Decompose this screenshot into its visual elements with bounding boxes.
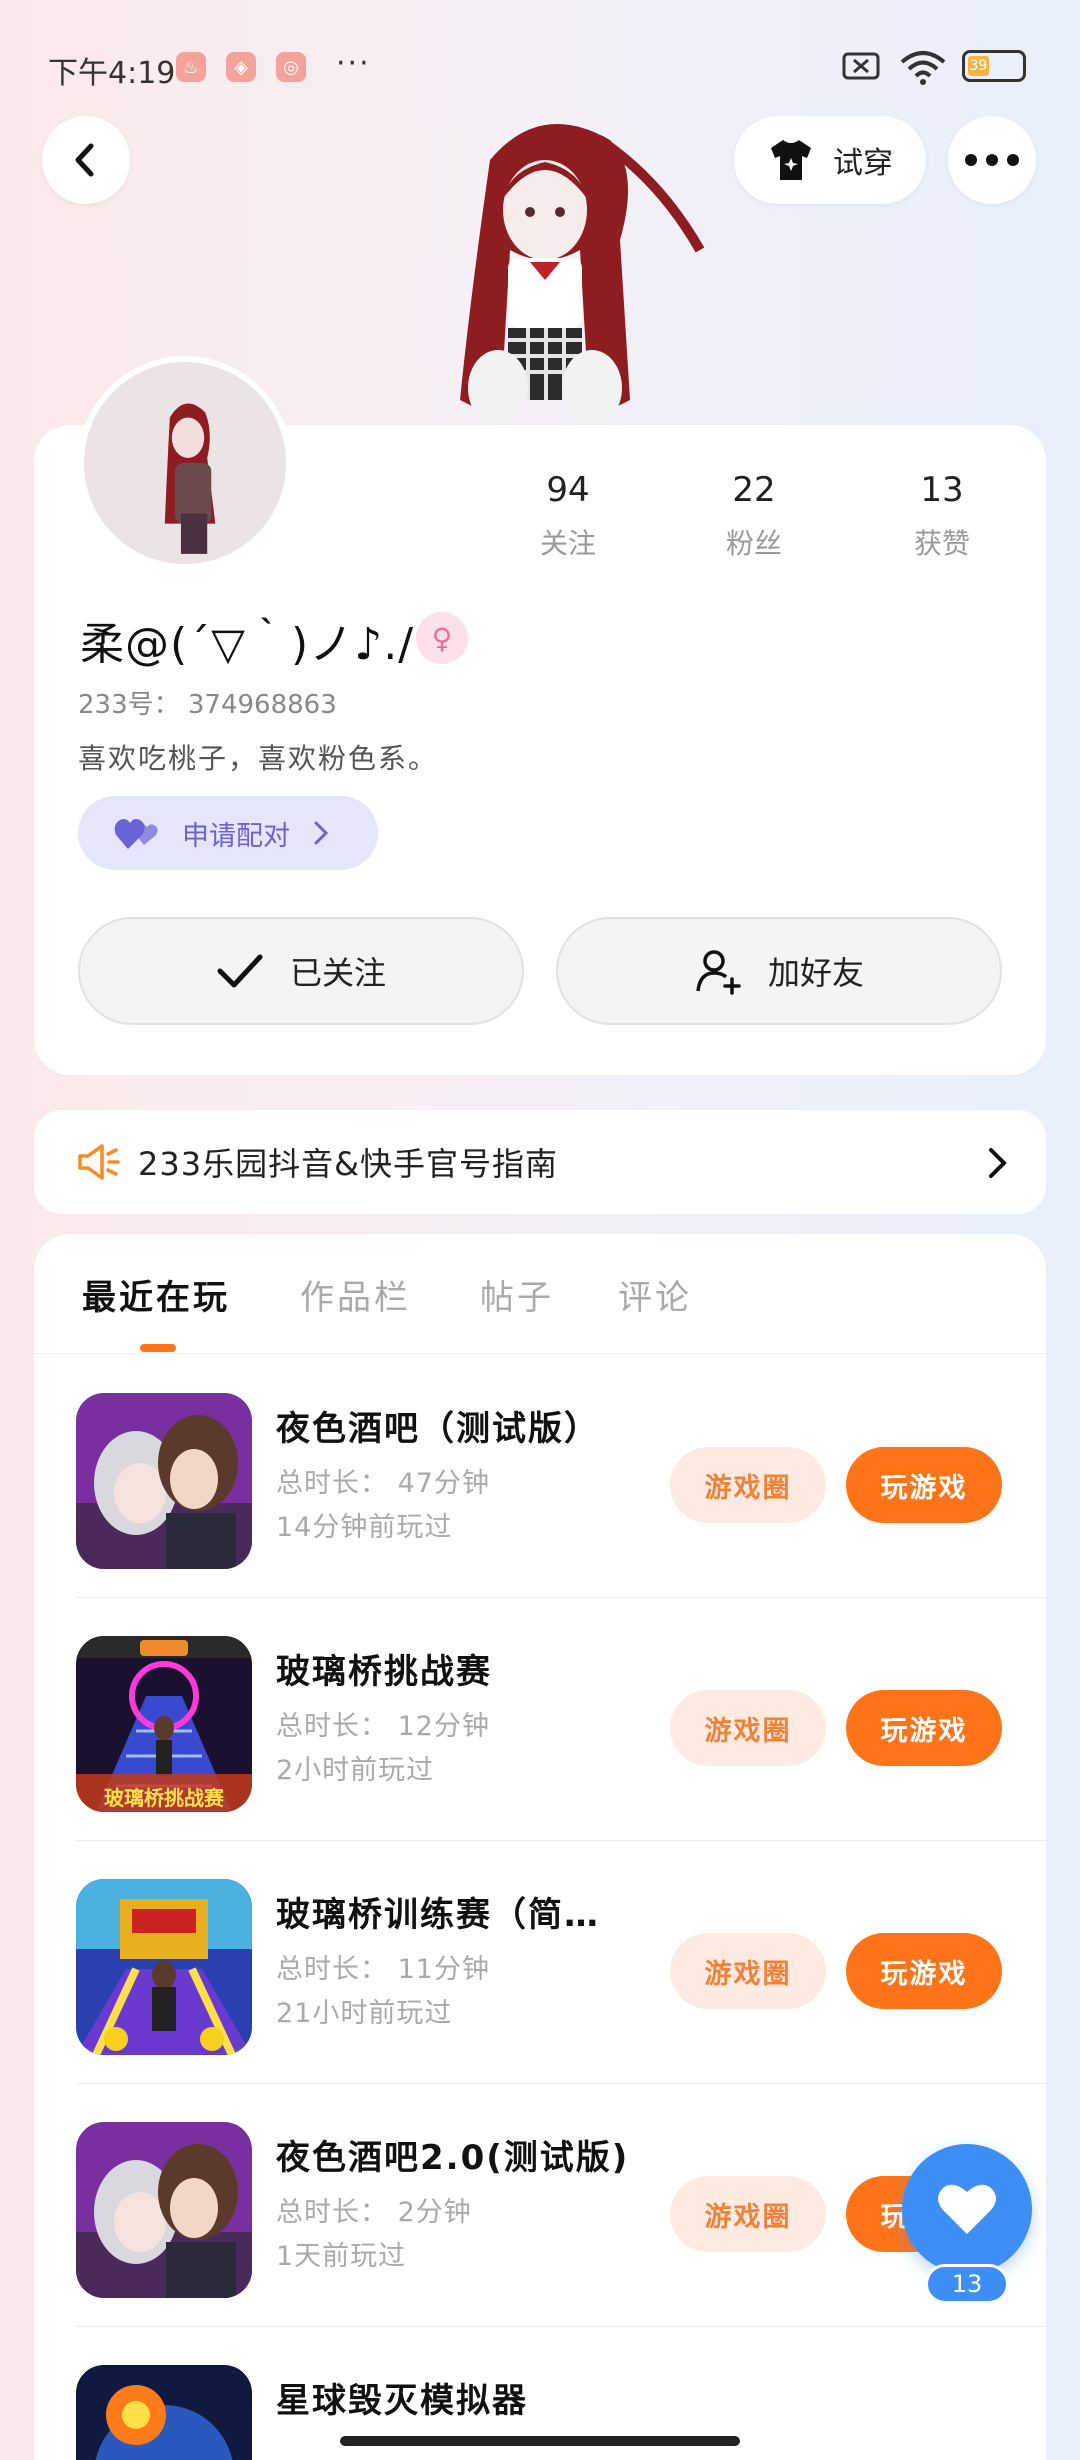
avatar-image xyxy=(84,362,286,564)
game-circle-button[interactable]: 游戏圈 xyxy=(670,1447,826,1523)
character-figure-image xyxy=(460,124,705,426)
more-notifications-icon: ··· xyxy=(336,46,371,81)
stat-following[interactable]: 94 关注 xyxy=(508,470,628,562)
stat-label: 关注 xyxy=(539,527,596,560)
more-dots-icon xyxy=(965,154,1019,166)
double-heart-icon xyxy=(114,819,158,849)
app-notification-icon: ◎ xyxy=(276,52,306,82)
game-icon-caption: 玻璃桥挑战赛 xyxy=(104,1786,224,1810)
game-last-played: 2小时前玩过 xyxy=(276,1755,435,1786)
game-duration: 总时长： 11分钟 xyxy=(276,1954,490,1985)
battery-icon: 39 xyxy=(962,50,1026,82)
user-id: 233号： 374968863 xyxy=(78,690,337,720)
game-row[interactable]: 玻璃桥挑战赛 玻璃桥挑战赛 总时长： 12分钟 2小时前玩过 游戏圈 玩游戏 xyxy=(76,1598,1046,1841)
game-row[interactable]: 夜色酒吧2.0(测试版) 总时长： 2分钟 1天前玩过 游戏圈 玩游戏 xyxy=(76,2084,1046,2327)
game-circle-button[interactable]: 游戏圈 xyxy=(670,1933,826,2009)
stat-label: 粉丝 xyxy=(725,527,782,560)
female-gender-icon: ♀ xyxy=(416,612,468,664)
wifi-icon xyxy=(900,51,946,85)
tab-recently-played[interactable]: 最近在玩 xyxy=(82,1270,230,1319)
add-friend-label: 加好友 xyxy=(767,954,864,992)
announcement-bar[interactable]: 233乐园抖音&快手官号指南 xyxy=(34,1110,1046,1214)
game-icon-image xyxy=(76,2122,252,2298)
play-game-button[interactable]: 玩游戏 xyxy=(846,1447,1002,1523)
game-icon-image xyxy=(76,2365,252,2460)
followed-button[interactable]: 已关注 xyxy=(78,917,524,1025)
add-user-icon xyxy=(696,950,741,995)
play-game-button[interactable]: 玩游戏 xyxy=(846,1933,1002,2009)
game-circle-button[interactable]: 游戏圈 xyxy=(670,2176,826,2252)
stat-label: 获赞 xyxy=(913,527,970,560)
try-on-label: 试穿 xyxy=(833,146,893,181)
tab-posts[interactable]: 帖子 xyxy=(480,1270,554,1319)
battery-level: 39 xyxy=(968,56,989,76)
game-circle-button[interactable]: 游戏圈 xyxy=(670,1690,826,1766)
stat-value: 13 xyxy=(920,470,964,510)
game-duration: 总时长： 47分钟 xyxy=(276,1468,490,1499)
game-last-played: 21小时前玩过 xyxy=(276,1998,453,2029)
add-friend-button[interactable]: 加好友 xyxy=(556,917,1002,1025)
game-icon-image xyxy=(76,1879,252,2055)
game-last-played: 14分钟前玩过 xyxy=(276,1512,453,1543)
stat-fans[interactable]: 22 粉丝 xyxy=(694,470,814,562)
game-name: 星球毁灭模拟器 xyxy=(276,2381,528,2421)
game-duration: 总时长： 12分钟 xyxy=(276,1711,490,1742)
game-name: 夜色酒吧（测试版） xyxy=(276,1409,600,1449)
chevron-right-icon xyxy=(314,821,329,845)
more-options-button[interactable] xyxy=(948,116,1036,204)
stat-likes[interactable]: 13 获赞 xyxy=(882,470,1002,562)
stat-value: 94 xyxy=(546,470,590,510)
tab-bar: 最近在玩 作品栏 帖子 评论 xyxy=(34,1234,1046,1354)
floating-like-button[interactable] xyxy=(902,2144,1032,2274)
back-button[interactable] xyxy=(42,116,130,204)
game-name: 玻璃桥训练赛（简… xyxy=(276,1895,600,1935)
announcement-text: 233乐园抖音&快手官号指南 xyxy=(138,1145,559,1183)
shield-notification-icon: ◈ xyxy=(226,52,256,82)
game-last-played: 1天前玩过 xyxy=(276,2241,407,2272)
home-indicator[interactable] xyxy=(340,2436,740,2446)
bio: 喜欢吃桃子，喜欢粉色系。 xyxy=(78,742,439,775)
game-icon-image xyxy=(76,1393,252,1569)
game-name: 夜色酒吧2.0(测试版) xyxy=(276,2138,630,2178)
try-on-button[interactable]: 试穿 xyxy=(734,116,926,204)
content-card: 最近在玩 作品栏 帖子 评论 夜色酒吧（测试版） 总时长： 47分钟 14分钟前… xyxy=(34,1234,1046,2460)
game-row[interactable]: 夜色酒吧（测试版） 总时长： 47分钟 14分钟前玩过 游戏圈 玩游戏 xyxy=(76,1355,1046,1598)
megaphone-icon xyxy=(78,1144,120,1180)
app-notification-icon: ♨ xyxy=(176,52,206,82)
game-name: 玻璃桥挑战赛 xyxy=(276,1652,492,1692)
avatar[interactable] xyxy=(78,356,292,570)
chevron-left-icon xyxy=(75,143,94,177)
chevron-right-icon xyxy=(989,1148,1007,1178)
stat-value: 22 xyxy=(732,470,776,510)
play-game-button[interactable]: 玩游戏 xyxy=(846,1690,1002,1766)
no-sim-icon xyxy=(842,52,880,80)
tab-works[interactable]: 作品栏 xyxy=(300,1270,411,1319)
tshirt-icon xyxy=(771,140,811,180)
tab-comments[interactable]: 评论 xyxy=(618,1270,692,1319)
game-duration: 总时长： 2分钟 xyxy=(276,2197,472,2228)
status-time: 下午4:19 xyxy=(48,56,176,91)
game-row[interactable]: 玻璃桥训练赛（简… 总时长： 11分钟 21小时前玩过 游戏圈 玩游戏 xyxy=(76,1841,1046,2084)
heart-icon xyxy=(938,2184,996,2234)
tab-active-indicator xyxy=(140,1344,176,1352)
checkmark-icon xyxy=(217,954,263,988)
request-pair-button[interactable]: 申请配对 xyxy=(78,796,378,870)
nickname: 柔@(´▽｀)ノ♪./ xyxy=(80,619,415,670)
like-count-badge: 13 xyxy=(925,2264,1009,2304)
request-pair-label: 申请配对 xyxy=(182,820,290,852)
followed-label: 已关注 xyxy=(289,954,386,992)
